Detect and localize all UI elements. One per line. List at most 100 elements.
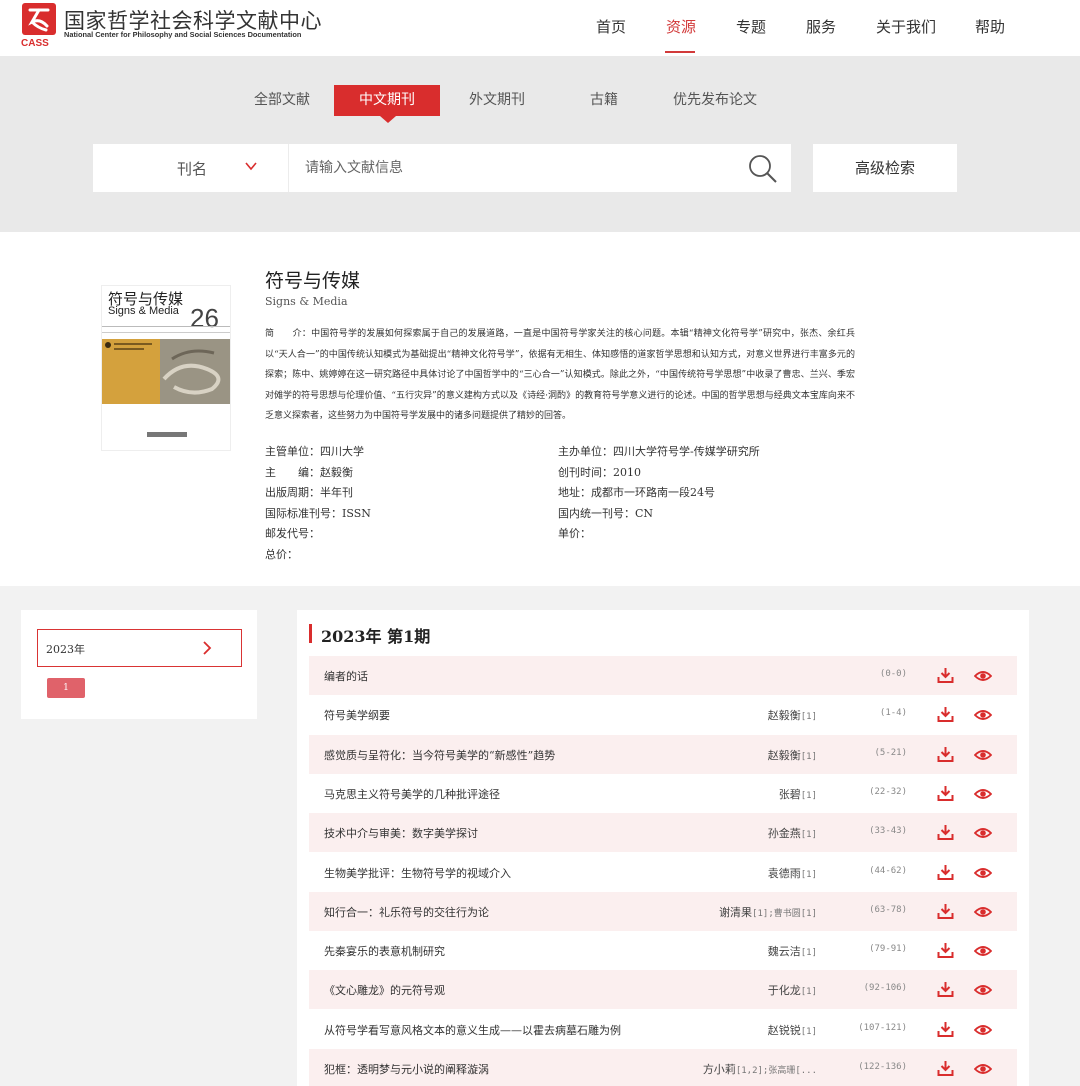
nav-topics[interactable]: 专题: [736, 16, 766, 37]
meta-sponsor: 主办单位：四川大学符号学-传媒学研究所: [558, 445, 760, 458]
search-input[interactable]: [305, 154, 725, 182]
view-icon[interactable]: [973, 982, 993, 998]
search-field-label: 刊名: [177, 160, 208, 178]
search-icon[interactable]: [748, 154, 778, 184]
download-icon[interactable]: [937, 667, 954, 684]
view-icon[interactable]: [973, 1022, 993, 1038]
article-row: 感觉质与呈符化：当今符号美学的“新感性”趋势 赵毅衡[1] (5-21): [309, 734, 1017, 774]
tab-foreign-journals[interactable]: 外文期刊: [469, 85, 525, 116]
article-title[interactable]: 马克思主义符号美学的几种批评途径: [324, 786, 500, 802]
cover-divider: [102, 326, 230, 327]
article-pages: (79-91): [869, 944, 907, 955]
article-pages: (1-4): [879, 708, 907, 719]
view-icon[interactable]: [973, 825, 993, 841]
article-author[interactable]: 袁德雨[1]: [768, 865, 817, 881]
download-icon[interactable]: [937, 706, 954, 723]
intro-label: 简 介：: [265, 329, 312, 339]
article-title[interactable]: 《文心雕龙》的元符号观: [324, 982, 445, 998]
article-author[interactable]: 赵毅衡[1]: [768, 707, 817, 723]
article-title[interactable]: 知行合一：礼乐符号的交往行为论: [324, 904, 489, 920]
article-row: 编者的话 (0-0): [309, 656, 1017, 695]
article-author[interactable]: 张碧[1]: [779, 786, 817, 802]
article-author[interactable]: 于化龙[1]: [768, 982, 817, 998]
article-pages: (22-32): [869, 786, 907, 797]
article-title[interactable]: 感觉质与呈符化：当今符号美学的“新感性”趋势: [324, 747, 555, 763]
cover-en-title: Signs & Media: [108, 305, 179, 317]
search-box: 刊名: [93, 144, 791, 192]
logo-text: CASS: [21, 38, 49, 48]
article-author[interactable]: 赵锐锐[1]: [768, 1022, 817, 1038]
article-pages: (0-0): [879, 669, 907, 679]
article-row: 知行合一：礼乐符号的交往行为论 谢清果[1];曹书圆[1] (63-78): [309, 891, 1017, 931]
nav-resources[interactable]: 资源: [666, 16, 696, 37]
meta-unit-price: 单价：: [558, 527, 591, 540]
cover-issue-number: 26: [190, 303, 219, 333]
article-author[interactable]: 方小莉[1,2];张高珊[...: [703, 1061, 817, 1077]
view-icon[interactable]: [973, 904, 993, 920]
download-icon[interactable]: [937, 903, 954, 920]
cover-publisher-mark: [147, 432, 187, 437]
year-item-2023[interactable]: 2023年: [37, 629, 242, 667]
cover-artwork: [102, 339, 230, 404]
issue-title-marker: [309, 624, 312, 643]
download-icon[interactable]: [937, 1060, 954, 1077]
year-label: 2023年: [46, 643, 85, 656]
tab-ancient-books[interactable]: 古籍: [590, 85, 618, 116]
meta-founded: 创刊时间：2010: [558, 466, 641, 479]
download-icon[interactable]: [937, 942, 954, 959]
article-row: 马克思主义符号美学的几种批评途径 张碧[1] (22-32): [309, 774, 1017, 813]
meta-cn: 国内统一刊号：CN: [558, 507, 654, 520]
meta-postal-code: 邮发代号：: [265, 527, 320, 540]
nav-help[interactable]: 帮助: [975, 16, 1005, 37]
site-subtitle: National Center for Philosophy and Socia…: [64, 30, 302, 39]
cover-divider: [102, 332, 230, 333]
article-title[interactable]: 生物美学批评：生物符号学的视域介入: [324, 865, 511, 881]
article-author[interactable]: 孙金燕[1]: [768, 825, 817, 841]
article-title[interactable]: 编者的话: [324, 668, 368, 684]
view-icon[interactable]: [973, 707, 993, 723]
view-icon[interactable]: [973, 747, 993, 763]
search-area: 全部文献 中文期刊 外文期刊 古籍 优先发布论文 刊名 高级检索: [0, 56, 1080, 232]
download-icon[interactable]: [937, 1021, 954, 1038]
download-icon[interactable]: [937, 824, 954, 841]
nav-services[interactable]: 服务: [806, 16, 836, 37]
article-title[interactable]: 符号美学纲要: [324, 707, 390, 723]
nav-home[interactable]: 首页: [596, 16, 626, 37]
view-icon[interactable]: [973, 943, 993, 959]
advanced-search-button[interactable]: 高级检索: [813, 144, 957, 192]
view-icon[interactable]: [973, 668, 993, 684]
article-title[interactable]: 技术中介与审美：数字美学探讨: [324, 825, 478, 841]
journal-cover[interactable]: 符号与传媒 Signs & Media 26: [101, 285, 231, 451]
download-icon[interactable]: [937, 746, 954, 763]
nav-about[interactable]: 关于我们: [876, 16, 936, 37]
article-author[interactable]: 魏云洁[1]: [768, 943, 817, 959]
article-title[interactable]: 先秦宴乐的表意机制研究: [324, 943, 445, 959]
article-row: 先秦宴乐的表意机制研究 魏云洁[1] (79-91): [309, 931, 1017, 970]
chevron-down-icon: [245, 162, 257, 171]
tab-all-literature[interactable]: 全部文献: [254, 85, 310, 116]
view-icon[interactable]: [973, 786, 993, 802]
article-row: 《文心雕龙》的元符号观 于化龙[1] (92-106): [309, 970, 1017, 1010]
article-author[interactable]: 谢清果[1];曹书圆[1]: [719, 904, 817, 920]
meta-frequency: 出版周期：半年刊: [265, 486, 353, 499]
page-button[interactable]: 1: [47, 678, 85, 698]
article-pages: (122-136): [858, 1062, 907, 1072]
meta-supervisor: 主管单位：四川大学: [265, 445, 364, 458]
download-icon[interactable]: [937, 864, 954, 881]
article-title[interactable]: 犯框：透明梦与元小说的阐释漩涡: [324, 1061, 489, 1077]
active-tab-pointer: [380, 116, 396, 123]
article-row: 技术中介与审美：数字美学探讨 孙金燕[1] (33-43): [309, 813, 1017, 853]
tab-chinese-journals[interactable]: 中文期刊: [334, 85, 440, 116]
tab-priority-papers[interactable]: 优先发布论文: [673, 85, 757, 116]
article-title[interactable]: 从符号学看写意风格文本的意义生成——以霍去病墓石雕为例: [324, 1022, 621, 1038]
site-header: CASS 国家哲学社会科学文献中心 National Center for Ph…: [0, 0, 1080, 56]
search-field-select[interactable]: 刊名: [93, 144, 289, 192]
journal-title: 符号与传媒: [265, 270, 361, 292]
view-icon[interactable]: [973, 865, 993, 881]
cass-logo-icon[interactable]: CASS: [20, 2, 60, 48]
download-icon[interactable]: [937, 785, 954, 802]
download-icon[interactable]: [937, 981, 954, 998]
article-author[interactable]: 赵毅衡[1]: [768, 747, 817, 763]
view-icon[interactable]: [973, 1061, 993, 1077]
article-row: 符号美学纲要 赵毅衡[1] (1-4): [309, 695, 1017, 734]
